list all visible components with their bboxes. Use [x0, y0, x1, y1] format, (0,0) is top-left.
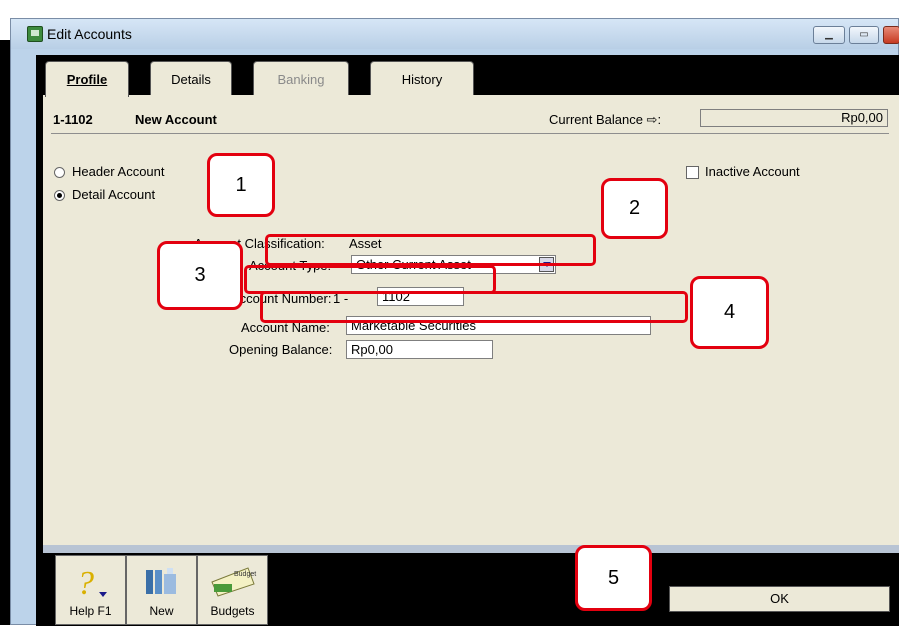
callout-4: 4	[690, 276, 769, 349]
tab-details[interactable]: Details	[150, 61, 232, 95]
budget-icon-text: Budget	[234, 571, 256, 578]
help-icon: ?	[77, 565, 107, 600]
budget-icon: Budget	[211, 567, 256, 597]
current-balance-field: Rp0,00	[700, 109, 888, 127]
detail-account-label: Detail Account	[72, 187, 156, 202]
budgets-caption: Budgets	[210, 604, 255, 618]
left-frame-edge	[0, 40, 10, 625]
dialog-body: Profile Details Banking History 1-1102 N…	[36, 55, 899, 626]
callout-2: 2	[601, 178, 668, 239]
account-type-highlight	[265, 234, 596, 266]
current-balance-label: Current Balance ⇨:	[549, 112, 662, 127]
new-account-icon	[146, 568, 176, 594]
header-account-radio[interactable]	[54, 167, 65, 178]
window-title: Edit Accounts	[47, 26, 132, 42]
opening-balance-label: Opening Balance:	[229, 342, 333, 357]
callout-5: 5	[575, 545, 652, 611]
account-number-highlight	[244, 265, 496, 294]
callout-1: 1	[207, 153, 275, 217]
svg-text:?: ?	[77, 565, 94, 600]
help-caption: Help F1	[69, 604, 112, 618]
tab-banking: Banking	[253, 61, 349, 95]
inactive-account-label: Inactive Account	[705, 164, 800, 179]
account-title: New Account	[135, 112, 217, 127]
callout-3: 3	[157, 241, 243, 310]
ok-button[interactable]: OK	[669, 586, 890, 612]
minimize-button[interactable]: ▁	[813, 26, 845, 44]
new-button[interactable]: New	[126, 555, 197, 625]
tab-history[interactable]: History	[370, 61, 474, 95]
close-button[interactable]	[883, 26, 899, 44]
inactive-account-checkbox[interactable]	[686, 166, 699, 179]
new-caption: New	[149, 604, 174, 618]
opening-balance-input[interactable]: Rp0,00	[346, 340, 493, 359]
app-window-icon	[27, 26, 43, 42]
account-name-highlight	[260, 291, 688, 323]
help-button[interactable]: ? Help F1	[55, 555, 126, 625]
detail-account-radio[interactable]	[54, 190, 65, 201]
header-account-label: Header Account	[72, 164, 165, 179]
title-bar[interactable]: Edit Accounts ▁ ▭	[11, 19, 899, 49]
tab-profile[interactable]: Profile	[45, 61, 129, 97]
account-code: 1-1102	[53, 112, 93, 127]
divider	[51, 133, 889, 134]
status-strip	[43, 545, 899, 553]
maximize-button[interactable]: ▭	[849, 26, 879, 44]
budgets-button[interactable]: Budget Budgets	[197, 555, 268, 625]
